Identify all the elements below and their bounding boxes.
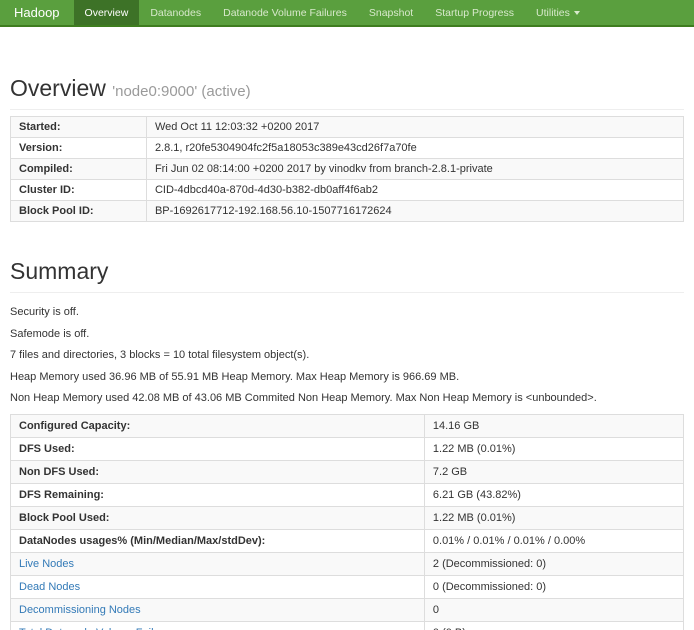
summary-row-label: Total Datanode Volume Failures bbox=[11, 622, 425, 630]
overview-table: Started:Wed Oct 11 12:03:32 +0200 2017Ve… bbox=[10, 116, 684, 222]
overview-row-label: Block Pool ID: bbox=[11, 201, 147, 222]
summary-status-line: Security is off. bbox=[10, 305, 684, 318]
navbar-menu: OverviewDatanodesDatanode Volume Failure… bbox=[74, 0, 591, 25]
summary-row-value: 6.21 GB (43.82%) bbox=[424, 484, 683, 507]
summary-row-value: 14.16 GB bbox=[424, 415, 683, 438]
table-row: DFS Remaining:6.21 GB (43.82%) bbox=[11, 484, 684, 507]
chevron-down-icon bbox=[574, 11, 580, 15]
summary-row-value: 1.22 MB (0.01%) bbox=[424, 438, 683, 461]
summary-row-label: Decommissioning Nodes bbox=[11, 599, 425, 622]
summary-table: Configured Capacity:14.16 GBDFS Used:1.2… bbox=[10, 414, 684, 630]
table-row: Block Pool Used:1.22 MB (0.01%) bbox=[11, 507, 684, 530]
summary-status-line: Heap Memory used 36.96 MB of 55.91 MB He… bbox=[10, 370, 684, 383]
table-row: Block Pool ID:BP-1692617712-192.168.56.1… bbox=[11, 201, 684, 222]
nav-tab-datanodes[interactable]: Datanodes bbox=[139, 0, 212, 25]
summary-title: Summary bbox=[10, 258, 684, 285]
table-row: Version:2.8.1, r20fe5304904fc2f5a18053c3… bbox=[11, 138, 684, 159]
table-row: Live Nodes 2 (Decommissioned: 0) bbox=[11, 553, 684, 576]
summary-row-value: 2 (Decommissioned: 0) bbox=[424, 553, 683, 576]
summary-row-label: DFS Used: bbox=[11, 438, 425, 461]
overview-row-value: Fri Jun 02 08:14:00 +0200 2017 by vinodk… bbox=[146, 159, 683, 180]
table-row: DFS Used:1.22 MB (0.01%) bbox=[11, 438, 684, 461]
summary-row-label: Non DFS Used: bbox=[11, 461, 425, 484]
summary-row-value: 0 bbox=[424, 599, 683, 622]
overview-row-label: Cluster ID: bbox=[11, 180, 147, 201]
page-title: Overview 'node0:9000' (active) bbox=[10, 75, 684, 102]
overview-row-label: Started: bbox=[11, 117, 147, 138]
overview-row-value: BP-1692617712-192.168.56.10-150771617262… bbox=[146, 201, 683, 222]
nav-tab-snapshot[interactable]: Snapshot bbox=[358, 0, 424, 25]
overview-row-label: Version: bbox=[11, 138, 147, 159]
table-row: Configured Capacity:14.16 GB bbox=[11, 415, 684, 438]
summary-row-value: 1.22 MB (0.01%) bbox=[424, 507, 683, 530]
table-row: Decommissioning Nodes 0 bbox=[11, 599, 684, 622]
nav-tab-startup-progress[interactable]: Startup Progress bbox=[424, 0, 525, 25]
summary-link-dead-nodes[interactable]: Dead Nodes bbox=[19, 581, 80, 593]
table-row: Cluster ID:CID-4dbcd40a-870d-4d30-b382-d… bbox=[11, 180, 684, 201]
nav-tab-datanode-volume-failures[interactable]: Datanode Volume Failures bbox=[212, 0, 358, 25]
summary-row-label: Dead Nodes bbox=[11, 576, 425, 599]
summary-row-value: 0.01% / 0.01% / 0.01% / 0.00% bbox=[424, 530, 683, 553]
summary-row-label: Block Pool Used: bbox=[11, 507, 425, 530]
nav-tab-utilities[interactable]: Utilities bbox=[525, 0, 591, 25]
summary-row-label: DFS Remaining: bbox=[11, 484, 425, 507]
hadoop-brand[interactable]: Hadoop bbox=[0, 0, 74, 25]
table-row: Dead Nodes 0 (Decommissioned: 0) bbox=[11, 576, 684, 599]
overview-row-value: CID-4dbcd40a-870d-4d30-b382-db0aff4f6ab2 bbox=[146, 180, 683, 201]
summary-link-decommissioning-nodes[interactable]: Decommissioning Nodes bbox=[19, 604, 141, 616]
summary-status-text: Security is off. Safemode is off. 7 files … bbox=[10, 305, 684, 404]
overview-title: Overview bbox=[10, 75, 106, 101]
namenode-address-subtitle: 'node0:9000' (active) bbox=[112, 83, 250, 100]
table-row: DataNodes usages% (Min/Median/Max/stdDev… bbox=[11, 530, 684, 553]
table-row: Compiled:Fri Jun 02 08:14:00 +0200 2017 … bbox=[11, 159, 684, 180]
overview-row-label: Compiled: bbox=[11, 159, 147, 180]
navbar: Hadoop OverviewDatanodesDatanode Volume … bbox=[0, 0, 694, 27]
overview-row-value: 2.8.1, r20fe5304904fc2f5a18053c389e43cd2… bbox=[146, 138, 683, 159]
overview-header: Overview 'node0:9000' (active) bbox=[10, 75, 684, 110]
table-row: Started:Wed Oct 11 12:03:32 +0200 2017 bbox=[11, 117, 684, 138]
summary-row-label: Live Nodes bbox=[11, 553, 425, 576]
summary-row-value: 0 (Decommissioned: 0) bbox=[424, 576, 683, 599]
summary-status-line: 7 files and directories, 3 blocks = 10 t… bbox=[10, 348, 684, 361]
main-content: Overview 'node0:9000' (active) Started:W… bbox=[0, 75, 694, 630]
summary-row-value: 7.2 GB bbox=[424, 461, 683, 484]
nav-tab-overview[interactable]: Overview bbox=[74, 0, 140, 25]
summary-row-label: Configured Capacity: bbox=[11, 415, 425, 438]
overview-row-value: Wed Oct 11 12:03:32 +0200 2017 bbox=[146, 117, 683, 138]
summary-status-line: Non Heap Memory used 42.08 MB of 43.06 M… bbox=[10, 391, 684, 404]
table-row: Non DFS Used:7.2 GB bbox=[11, 461, 684, 484]
summary-row-label: DataNodes usages% (Min/Median/Max/stdDev… bbox=[11, 530, 425, 553]
summary-header: Summary bbox=[10, 258, 684, 293]
table-row: Total Datanode Volume Failures0 (0 B) bbox=[11, 622, 684, 630]
summary-row-value: 0 (0 B) bbox=[424, 622, 683, 630]
summary-link-live-nodes[interactable]: Live Nodes bbox=[19, 558, 74, 570]
summary-status-line: Safemode is off. bbox=[10, 327, 684, 340]
